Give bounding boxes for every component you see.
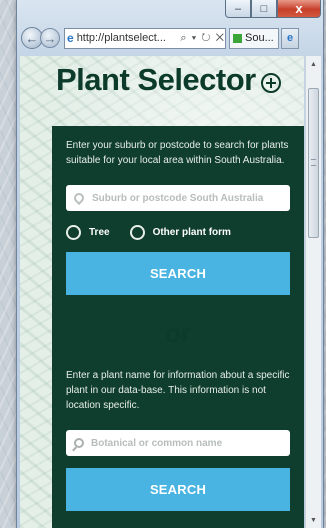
browser-window: – □ x ← → e http://plantselect... ⌕ ▾ ↻ … bbox=[16, 0, 324, 528]
plus-icon[interactable] bbox=[260, 73, 281, 93]
vertical-scrollbar[interactable]: ▲ ▼ bbox=[305, 56, 321, 528]
close-button[interactable]: x bbox=[277, 0, 321, 18]
page-title: Plant Selector bbox=[56, 62, 281, 98]
back-arrow-icon: ← bbox=[25, 30, 39, 46]
tree-radio-label: Tree bbox=[89, 227, 110, 238]
address-tools[interactable]: ⌕ ▾ ↻ ✕ bbox=[180, 32, 225, 45]
scroll-down-arrow-icon[interactable]: ▼ bbox=[306, 512, 321, 528]
suburb-postcode-placeholder: Suburb or postcode South Australia bbox=[92, 192, 264, 204]
search-icon bbox=[74, 438, 84, 448]
scroll-thumb[interactable] bbox=[308, 88, 319, 238]
maximize-button[interactable]: □ bbox=[251, 0, 277, 18]
ie-logo-icon: e bbox=[67, 31, 74, 45]
name-search-description: Enter a plant name for information about… bbox=[66, 370, 290, 411]
tab-favicon-icon bbox=[233, 33, 242, 43]
minimize-button[interactable]: – bbox=[225, 0, 251, 18]
location-search-button[interactable]: SEARCH bbox=[66, 252, 290, 295]
other-plant-form-label: Other plant form bbox=[152, 227, 231, 238]
new-tab-button[interactable]: e bbox=[281, 27, 299, 49]
scroll-up-arrow-icon[interactable]: ▲ bbox=[306, 56, 321, 72]
page-title-text: Plant Selector bbox=[56, 62, 256, 97]
tab-label: Sou... bbox=[245, 32, 274, 44]
plant-form-radio-group: Tree Other plant form bbox=[66, 225, 290, 240]
address-bar[interactable]: e http://plantselect... ⌕ ▾ ↻ ✕ bbox=[64, 27, 226, 49]
address-url: http://plantselect... bbox=[76, 32, 166, 44]
plant-name-input[interactable]: Botanical or common name bbox=[66, 430, 290, 456]
forward-arrow-icon: → bbox=[43, 30, 57, 46]
ie-logo-icon: e bbox=[286, 32, 294, 44]
location-search-description: Enter your suburb or postcode to search … bbox=[66, 140, 289, 166]
location-pin-icon bbox=[71, 190, 87, 206]
plant-name-placeholder: Botanical or common name bbox=[91, 437, 223, 449]
page-viewport: Plant Selector Enter your suburb or post… bbox=[20, 56, 304, 528]
other-plant-form-radio[interactable] bbox=[129, 225, 145, 240]
or-separator: or bbox=[165, 318, 191, 348]
browser-tab[interactable]: Sou... bbox=[229, 27, 279, 49]
forward-button[interactable]: → bbox=[40, 28, 60, 48]
browser-navbar: ← → e http://plantselect... ⌕ ▾ ↻ ✕ Sou.… bbox=[17, 24, 323, 52]
name-search-button[interactable]: SEARCH bbox=[66, 468, 290, 511]
window-caption-buttons: – □ x bbox=[225, 0, 321, 20]
name-search-card: Enter a plant name for information about… bbox=[52, 356, 304, 528]
tree-radio[interactable] bbox=[66, 225, 81, 240]
suburb-postcode-input[interactable]: Suburb or postcode South Australia bbox=[66, 185, 290, 211]
